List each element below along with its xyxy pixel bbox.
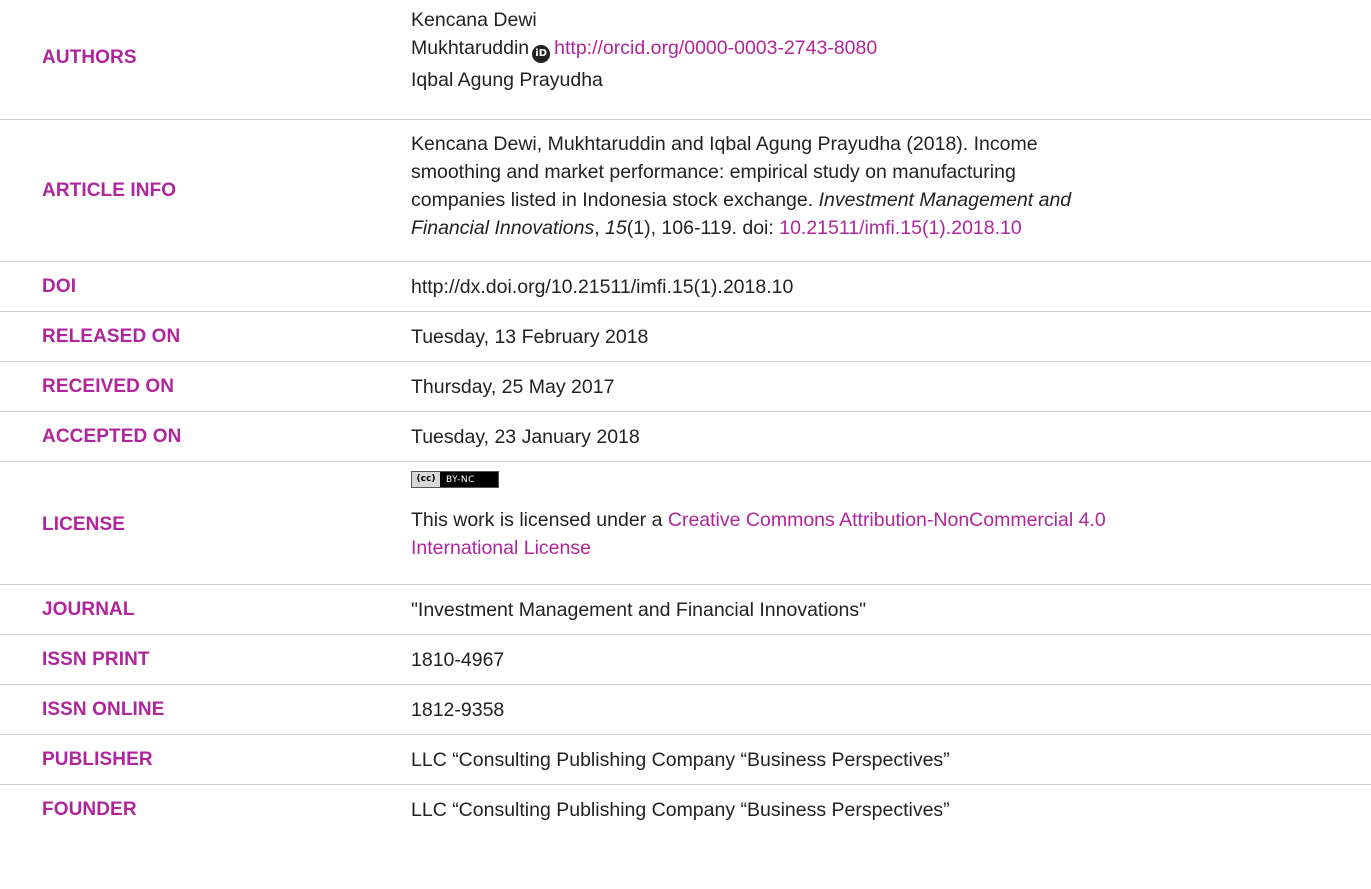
citation-text: companies listed in Indonesia stock exch… bbox=[411, 189, 819, 211]
authors-label: AUTHORS bbox=[42, 47, 137, 68]
citation-journal-a: Investment Management and bbox=[818, 189, 1072, 211]
received-value: Thursday, 25 May 2017 bbox=[411, 376, 615, 398]
orcid-link[interactable]: http://orcid.org/0000-0003-2743-8080 bbox=[554, 37, 877, 59]
issn-online-label: ISSN ONLINE bbox=[42, 699, 165, 720]
citation-issue-pages: (1), 106-119. doi: bbox=[626, 217, 780, 239]
license-line-2: International License bbox=[411, 535, 591, 561]
issn-online-value: 1812-9358 bbox=[411, 699, 505, 721]
issn-print-label: ISSN PRINT bbox=[42, 649, 150, 670]
received-row: RECEIVED ON Thursday, 25 May 2017 bbox=[0, 362, 1371, 412]
accepted-row: ACCEPTED ON Tuesday, 23 January 2018 bbox=[0, 412, 1371, 462]
license-text: This work is licensed under a bbox=[411, 509, 668, 531]
author-name-1: Kencana Dewi bbox=[411, 9, 537, 31]
author-name-2-line: Mukhtaruddin iD http://orcid.org/0000-0003… bbox=[411, 35, 877, 63]
founder-row: FOUNDER LLC “Consulting Publishing Compa… bbox=[0, 785, 1371, 845]
license-link-part-2[interactable]: International License bbox=[411, 537, 591, 559]
citation-doi-link[interactable]: 10.21511/imfi.15(1).2018.10 bbox=[779, 217, 1021, 239]
accepted-value: Tuesday, 23 January 2018 bbox=[411, 426, 640, 448]
journal-label: JOURNAL bbox=[42, 599, 135, 620]
issn-print-row: ISSN PRINT 1810-4967 bbox=[0, 635, 1371, 685]
article-info-label: ARTICLE INFO bbox=[42, 180, 177, 201]
cc-license-badge-icon[interactable]: (cc) BY-NC bbox=[411, 471, 499, 488]
released-row: RELEASED ON Tuesday, 13 February 2018 bbox=[0, 312, 1371, 362]
citation-line-2: smoothing and market performance: empiri… bbox=[411, 161, 1016, 183]
citation-line-4: Financial Innovations, 15(1), 106-119. d… bbox=[411, 215, 1022, 241]
citation-journal-b: Financial Innovations bbox=[411, 217, 595, 239]
journal-row: JOURNAL "Investment Management and Finan… bbox=[0, 585, 1371, 635]
license-row: LICENSE (cc) BY-NC This work is licensed… bbox=[0, 462, 1371, 585]
author-name-3: Iqbal Agung Prayudha bbox=[411, 69, 603, 91]
license-line-1: This work is licensed under a Creative C… bbox=[411, 507, 1106, 533]
article-info-row: ARTICLE INFO Kencana Dewi, Mukhtaruddin … bbox=[0, 120, 1371, 262]
doi-value: http://dx.doi.org/10.21511/imfi.15(1).20… bbox=[411, 276, 794, 298]
publisher-label: PUBLISHER bbox=[42, 749, 153, 770]
cc-badge-right: BY-NC bbox=[446, 474, 475, 485]
accepted-label: ACCEPTED ON bbox=[42, 426, 182, 447]
doi-label: DOI bbox=[42, 276, 77, 297]
released-value: Tuesday, 13 February 2018 bbox=[411, 326, 649, 348]
license-label: LICENSE bbox=[42, 514, 126, 535]
license-link-part-1[interactable]: Creative Commons Attribution-NonCommerci… bbox=[668, 509, 1106, 531]
author-name-2: Mukhtaruddin bbox=[411, 37, 530, 59]
publisher-row: PUBLISHER LLC “Consulting Publishing Com… bbox=[0, 735, 1371, 785]
publisher-value: LLC “Consulting Publishing Company “Busi… bbox=[411, 749, 950, 771]
founder-value: LLC “Consulting Publishing Company “Busi… bbox=[411, 799, 950, 821]
orcid-icon[interactable]: iD bbox=[532, 45, 551, 63]
issn-print-value: 1810-4967 bbox=[411, 649, 505, 671]
received-label: RECEIVED ON bbox=[42, 376, 175, 397]
citation-line-1: Kencana Dewi, Mukhtaruddin and Iqbal Agu… bbox=[411, 133, 1038, 155]
authors-row: AUTHORS Kencana Dewi Mukhtaruddin iD http:… bbox=[0, 0, 1371, 120]
citation-comma: , bbox=[594, 217, 606, 239]
issn-online-row: ISSN ONLINE 1812-9358 bbox=[0, 685, 1371, 735]
released-label: RELEASED ON bbox=[42, 326, 181, 347]
journal-value: "Investment Management and Financial Inn… bbox=[411, 599, 867, 621]
doi-row: DOI http://dx.doi.org/10.21511/imfi.15(1… bbox=[0, 262, 1371, 312]
cc-badge-left: (cc) bbox=[412, 472, 440, 487]
citation-line-3: companies listed in Indonesia stock exch… bbox=[411, 187, 1071, 213]
founder-label: FOUNDER bbox=[42, 799, 137, 820]
citation-volume: 15 bbox=[605, 217, 627, 239]
